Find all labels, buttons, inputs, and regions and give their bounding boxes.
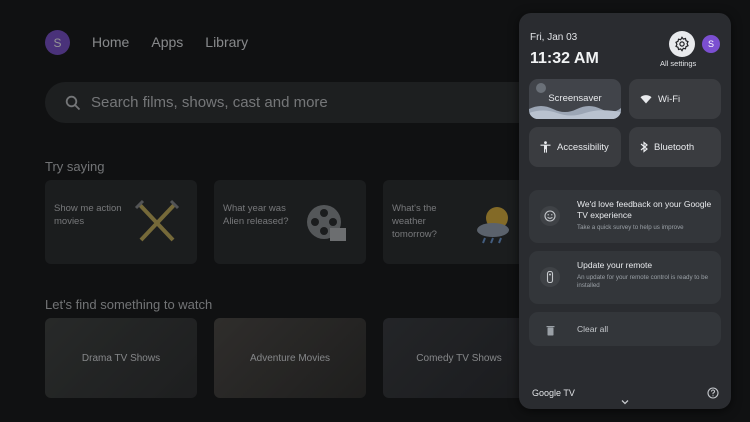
screensaver-label: Screensaver [548,92,602,104]
google-tv-brand: Google TV [532,388,575,398]
genre-tile[interactable]: Drama TV Shows [45,318,197,398]
accessibility-icon [540,141,551,153]
suggestion-card[interactable]: Show me action movies [45,180,197,264]
main-nav: Home Apps Library [92,34,248,50]
search-bar[interactable]: Search films, shows, cast and more [45,82,565,123]
wifi-icon [640,95,652,104]
suggestion-card[interactable]: What year was Alien released? [214,180,366,264]
bluetooth-icon [640,141,648,153]
accessibility-label: Accessibility [557,141,609,153]
smiley-icon [540,206,560,226]
chevron-down-icon[interactable] [620,398,630,406]
film-reel-icon [307,205,346,241]
swords-icon [134,199,180,242]
profile-avatar[interactable]: S [45,30,70,55]
remote-icon [540,267,560,287]
clock: 11:32 AM [530,50,599,67]
genre-tile[interactable]: Adventure Movies [214,318,366,398]
all-settings-button[interactable] [669,31,695,57]
quick-settings-panel: Fri, Jan 03 11:32 AM All settings S Scre… [519,13,731,409]
notification-subtitle: Take a quick survey to help us improve [577,224,684,231]
search-icon [65,95,81,110]
accessibility-tile[interactable]: Accessibility [529,127,621,167]
nav-library[interactable]: Library [205,34,248,50]
bluetooth-label: Bluetooth [654,141,695,153]
wifi-label: Wi-Fi [658,93,681,105]
suggestion-card[interactable]: What's the weather tomorrow? [383,180,535,264]
screensaver-tile[interactable]: Screensaver [529,79,621,119]
weather-icon [477,207,509,244]
remote-update-notification[interactable]: Update your remote An update for your re… [529,251,721,304]
profile-avatar-small[interactable]: S [702,35,720,53]
find-title: Let's find something to watch [45,297,213,312]
bluetooth-tile[interactable]: Bluetooth [629,127,721,167]
landscape-wave-icon [529,106,621,119]
try-saying-title: Try saying [45,159,105,174]
notification-subtitle: An update for your remote control is rea… [577,274,709,289]
help-icon[interactable] [707,387,719,399]
gear-icon [675,36,689,52]
genre-tile[interactable]: Comedy TV Shows [383,318,535,398]
suggestion-text: What's the weather tomorrow? [392,203,437,240]
clear-all-button[interactable]: Clear all [529,312,721,346]
nav-home[interactable]: Home [92,34,129,50]
suggestion-text: What year was Alien released? [223,203,289,227]
nav-apps[interactable]: Apps [151,34,183,50]
notification-title: Update your remote [577,260,653,270]
clear-all-label: Clear all [577,324,609,334]
notification-title: We'd love feedback on your Google TV exp… [577,199,712,220]
date-label: Fri, Jan 03 [530,32,578,43]
wifi-tile[interactable]: Wi-Fi [629,79,721,119]
search-placeholder: Search films, shows, cast and more [91,94,328,111]
moon-icon [536,83,546,93]
suggestion-text: Show me action movies [54,203,122,227]
trash-icon [540,320,560,340]
all-settings-label: All settings [660,59,697,68]
feedback-notification[interactable]: We'd love feedback on your Google TV exp… [529,190,721,243]
